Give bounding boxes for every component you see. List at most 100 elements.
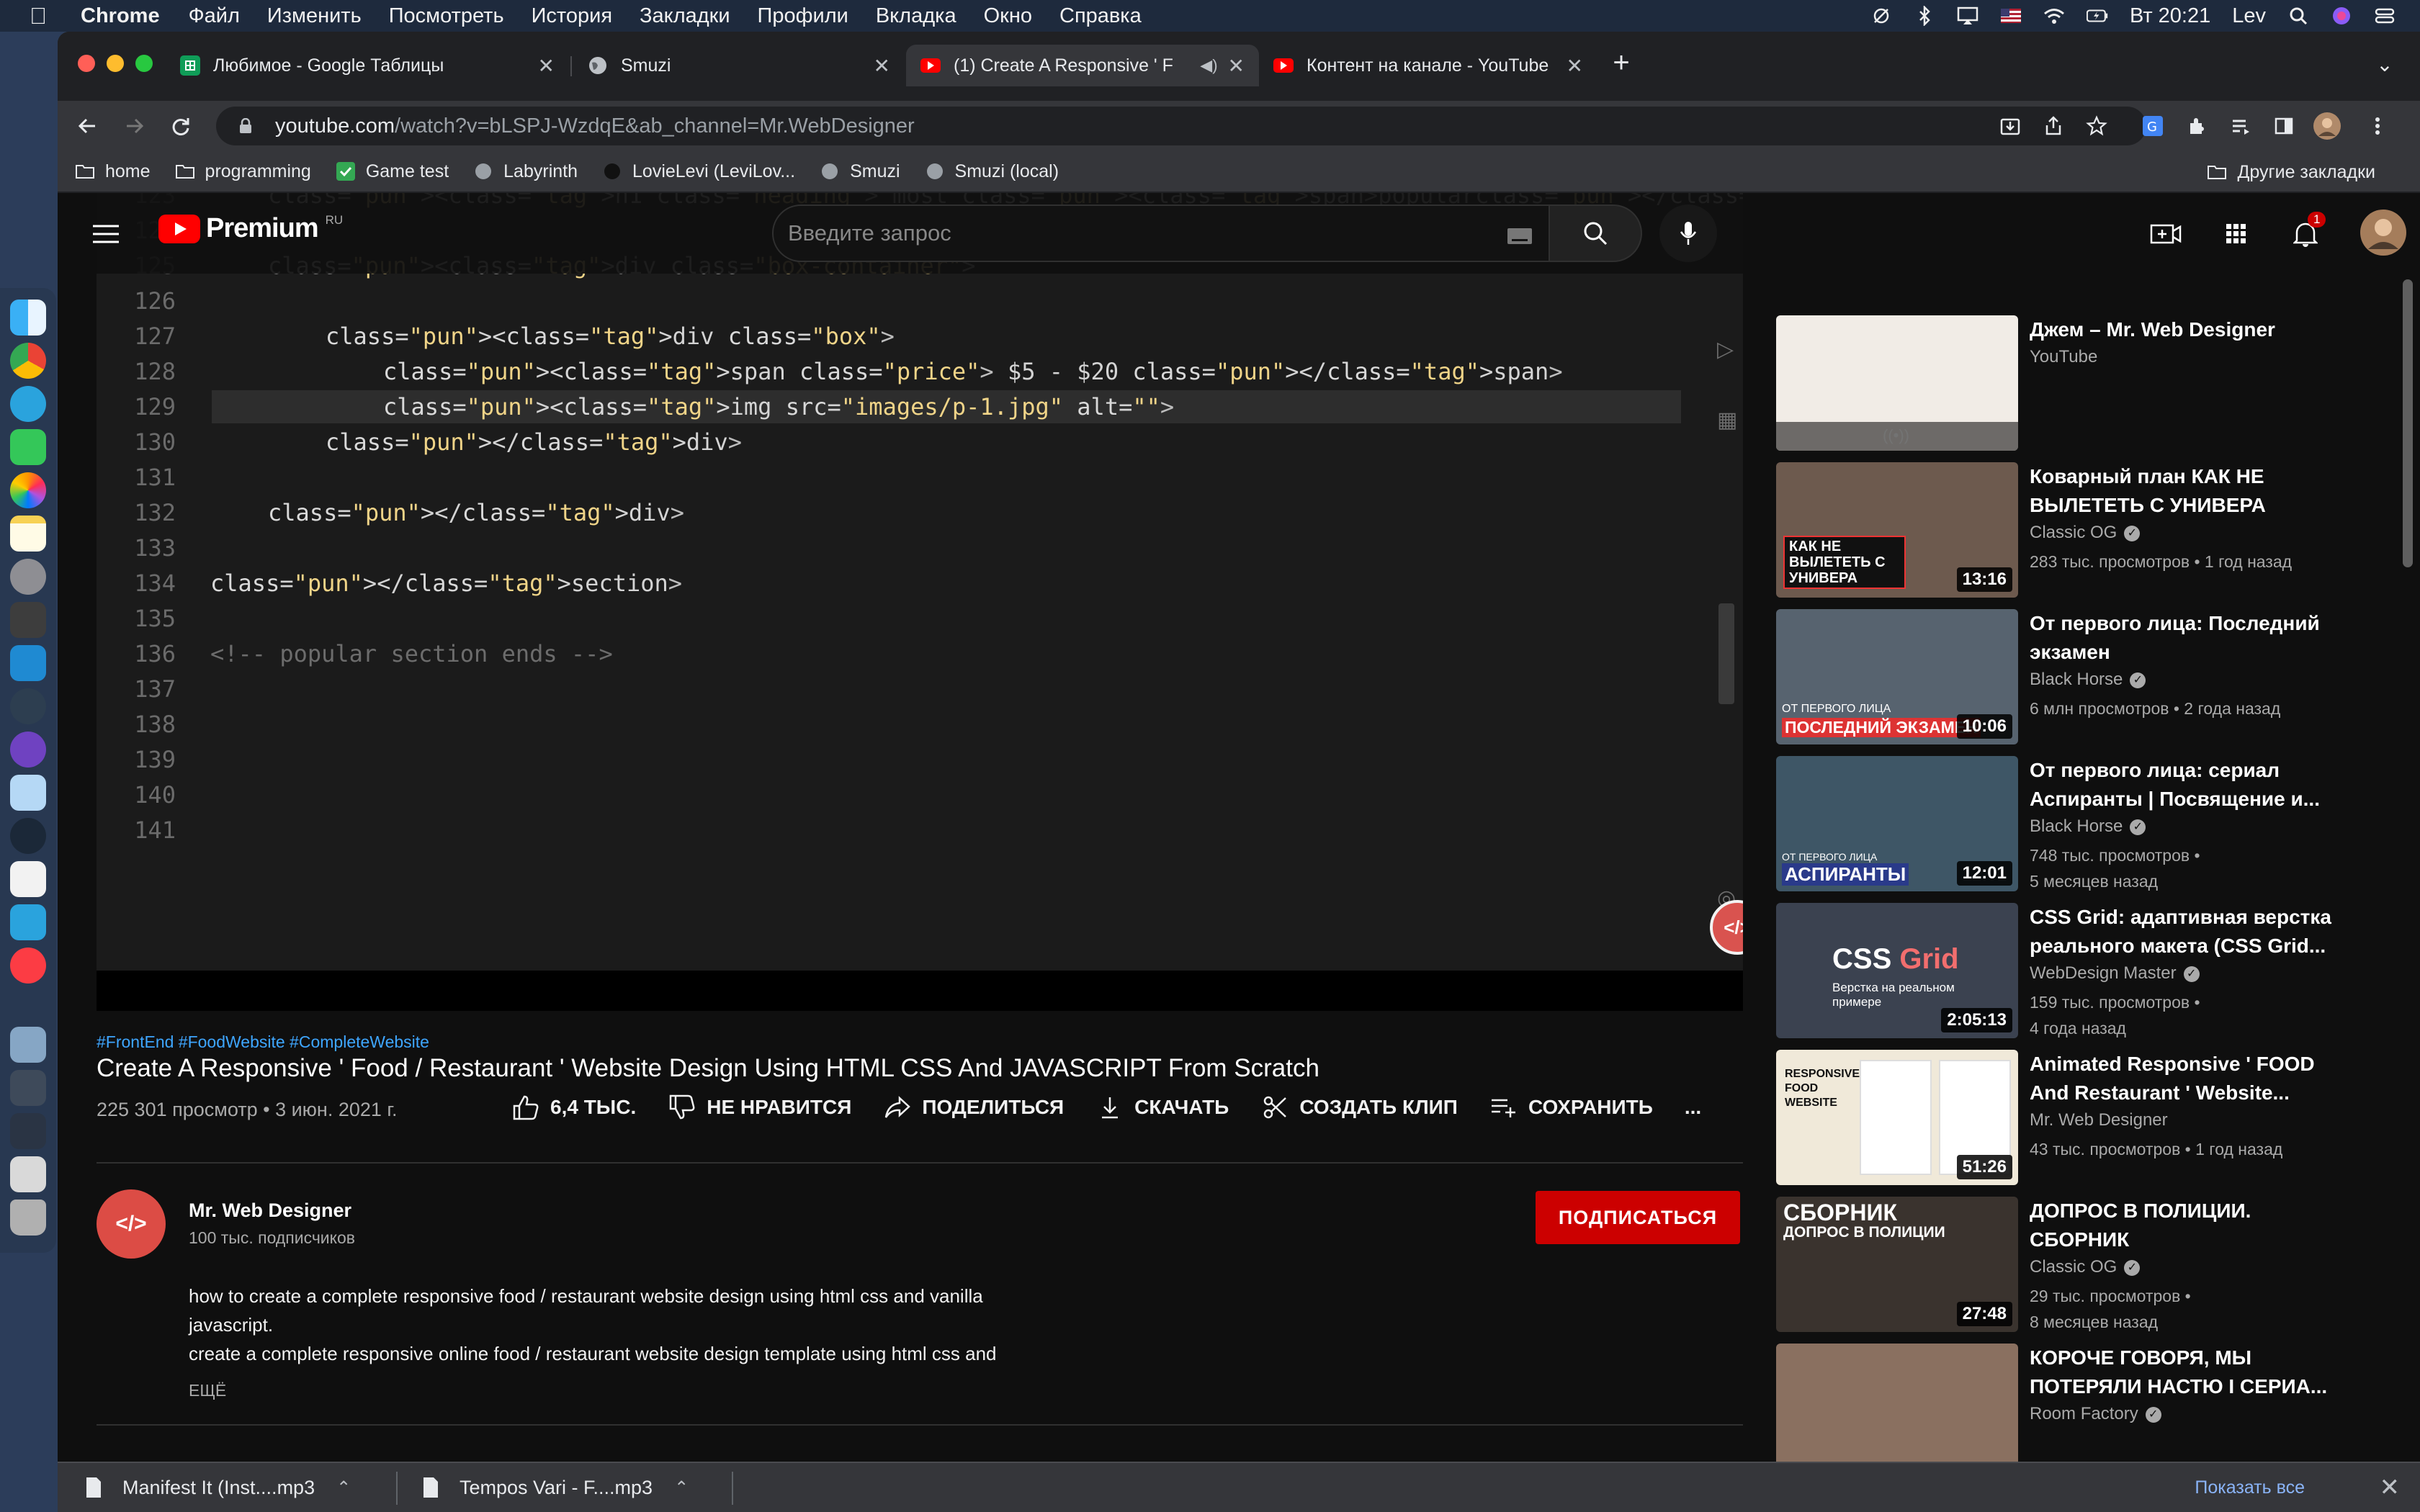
menubar-clock[interactable]: Вт 20:21 xyxy=(2130,4,2210,28)
related-video-title[interactable]: КОРОЧЕ ГОВОРЯ, МЫ ПОТЕРЯЛИ НАСТЮ I СЕРИА… xyxy=(2030,1344,2332,1401)
bookmark-star-icon[interactable] xyxy=(2081,111,2112,141)
address-bar[interactable]: youtube.com/watch?v=bLSPJ-WzdqE&ab_chann… xyxy=(216,107,2146,145)
forward-button[interactable] xyxy=(120,111,150,141)
channel-watermark-icon[interactable]: </> xyxy=(1710,900,1743,955)
chrome-icon[interactable] xyxy=(10,343,46,379)
battery-icon[interactable] xyxy=(2086,6,2108,25)
video-thumbnail[interactable]: ОТ ПЕРВОГО ЛИЦА ПОСЛЕДНИЙ ЭКЗАМЕН 10:06 xyxy=(1776,609,2018,744)
related-video-title[interactable]: Animated Responsive ' FOOD And Restauran… xyxy=(2030,1050,2332,1107)
related-video-channel[interactable]: Room Factory ✓ xyxy=(2030,1404,2161,1424)
trash-icon[interactable] xyxy=(10,1200,46,1236)
youtube-premium-logo[interactable]: Premium RU xyxy=(158,213,343,244)
related-video-item[interactable]: КОРОЧЕ ГОВОРЯ, МЫ ПОТЕРЯЛИ НАСТЮ I СЕРИА… xyxy=(1776,1344,2352,1462)
menu-help[interactable]: Справка xyxy=(1059,4,1142,28)
menu-edit[interactable]: Изменить xyxy=(267,4,362,28)
related-video-item[interactable]: ((•)) Джем – Mr. Web Designer YouTube xyxy=(1776,315,2352,455)
menu-view[interactable]: Посмотреть xyxy=(389,4,504,28)
share-button[interactable]: ПОДЕЛИТЬСЯ xyxy=(883,1093,1064,1122)
related-video-channel[interactable]: Mr. Web Designer xyxy=(2030,1110,2168,1130)
related-video-title[interactable]: Джем – Mr. Web Designer xyxy=(2030,315,2332,344)
zoom-window-button[interactable] xyxy=(135,55,153,72)
wifi-icon[interactable] xyxy=(2043,6,2065,25)
channel-name[interactable]: Mr. Web Designer xyxy=(189,1200,351,1222)
airplay-icon[interactable] xyxy=(1957,6,1978,25)
telegram-icon[interactable] xyxy=(10,386,46,422)
facetime-icon[interactable] xyxy=(10,429,46,465)
bookmark-smuzi-local[interactable]: Smuzi (local) xyxy=(925,161,1059,182)
close-tab-icon[interactable]: ✕ xyxy=(538,54,555,78)
back-button[interactable] xyxy=(72,111,102,141)
menu-window[interactable]: Окно xyxy=(984,4,1032,28)
speaker-audio-icon[interactable]: ◀︎) xyxy=(1200,56,1217,75)
video-thumbnail[interactable]: ОТ ПЕРВОГО ЛИЦА АСПИРАНТЫ 12:01 xyxy=(1776,756,2018,891)
video-thumbnail[interactable]: ((•)) xyxy=(1776,315,2018,451)
video-thumbnail[interactable]: КАК НЕ ВЫЛЕТЕТЬ С УНИВЕРА 13:16 xyxy=(1776,462,2018,598)
finder-icon[interactable] xyxy=(10,300,46,336)
close-tab-icon[interactable]: ✕ xyxy=(1228,54,1245,78)
minimize-window-button[interactable] xyxy=(107,55,124,72)
vscode-icon[interactable] xyxy=(10,645,46,681)
tab-smuzi[interactable]: Smuzi ✕ xyxy=(573,45,905,86)
menu-tab[interactable]: Вкладка xyxy=(876,4,956,28)
downloads-stack-icon[interactable] xyxy=(10,1156,46,1192)
video-hashtags[interactable]: #FrontEnd #FoodWebsite #CompleteWebsite xyxy=(97,1032,429,1052)
related-video-title[interactable]: CSS Grid: адаптивная верстка реального м… xyxy=(2030,903,2332,960)
music-icon[interactable] xyxy=(10,948,46,984)
install-app-icon[interactable] xyxy=(1995,111,2025,141)
menu-profiles[interactable]: Профили xyxy=(758,4,848,28)
side-panel-icon[interactable] xyxy=(2269,111,2299,141)
photos-icon[interactable] xyxy=(10,472,46,508)
related-video-title[interactable]: От первого лица: сериал Аспиранты | Посв… xyxy=(2030,756,2332,814)
save-button[interactable]: СОХРАНИТЬ xyxy=(1489,1093,1653,1122)
preview-icon[interactable] xyxy=(10,775,46,811)
video-player[interactable]: 123class="pun"><class="tag">h1 class="he… xyxy=(97,193,1743,1011)
menu-history[interactable]: История xyxy=(532,4,612,28)
show-more-button[interactable]: ЕЩЁ xyxy=(189,1381,226,1400)
video-thumbnail[interactable]: RESPONSIVE FOOD WEBSITE 51:26 xyxy=(1776,1050,2018,1185)
reload-button[interactable] xyxy=(166,111,196,141)
menubar-user[interactable]: Lev xyxy=(2232,4,2266,28)
notes-icon[interactable] xyxy=(10,516,46,552)
related-video-title[interactable]: Коварный план КАК НЕ ВЫЛЕТЕТЬ С УНИВЕРА xyxy=(2030,462,2332,520)
github-desktop-icon[interactable] xyxy=(10,732,46,768)
video-controls-area[interactable] xyxy=(97,971,1743,1011)
related-video-item[interactable]: КАК НЕ ВЫЛЕТЕТЬ С УНИВЕРА 13:16 Коварный п… xyxy=(1776,462,2352,602)
download-item[interactable]: Manifest It (Inst....mp3 ⌃ xyxy=(85,1463,351,1512)
textedit-icon[interactable] xyxy=(10,861,46,897)
video-thumbnail[interactable] xyxy=(1776,1344,2018,1462)
like-button[interactable]: 6,4 ТЫС. xyxy=(511,1093,636,1122)
related-video-channel[interactable]: Classic OG ✓ xyxy=(2030,1257,2141,1277)
extensions-puzzle-icon[interactable] xyxy=(2182,111,2213,141)
hamburger-menu-icon[interactable] xyxy=(86,215,125,253)
recent-window-icon[interactable] xyxy=(10,1027,46,1063)
keyboard-icon[interactable] xyxy=(1507,225,1533,251)
related-video-item[interactable]: ОТ ПЕРВОГО ЛИЦА АСПИРАНТЫ 12:01 От первого … xyxy=(1776,756,2352,896)
page-scrollbar[interactable] xyxy=(2403,279,2413,567)
related-video-item[interactable]: ОТ ПЕРВОГО ЛИЦА ПОСЛЕДНИЙ ЭКЗАМЕН 10:06 От … xyxy=(1776,609,2352,749)
tab-youtube-studio[interactable]: Контент на канале - YouTube ✕ xyxy=(1259,45,1597,86)
download-item[interactable]: Tempos Vari - F....mp3 ⌃ xyxy=(422,1463,689,1512)
related-video-channel[interactable]: YouTube xyxy=(2030,347,2097,367)
app-menu-chrome[interactable]: Chrome xyxy=(81,4,160,28)
sublime-text-icon[interactable] xyxy=(10,602,46,638)
bookmark-lovielevi[interactable]: LovieLevi (LeviLov... xyxy=(602,161,795,182)
account-avatar[interactable] xyxy=(2360,209,2407,256)
related-video-channel[interactable]: Black Horse ✓ xyxy=(2030,670,2146,690)
subscribe-button[interactable]: ПОДПИСАТЬСЯ xyxy=(1536,1191,1740,1244)
menu-bookmarks[interactable]: Закладки xyxy=(640,4,730,28)
spotlight-search-icon[interactable] xyxy=(2287,6,2309,25)
search-input[interactable]: Введите запрос xyxy=(772,204,1550,262)
bookmark-game-test[interactable]: Game test xyxy=(336,161,449,182)
voice-search-button[interactable] xyxy=(1659,204,1717,262)
download-button[interactable]: СКАЧАТЬ xyxy=(1095,1093,1229,1122)
bookmark-labyrinth[interactable]: Labyrinth xyxy=(473,161,578,182)
related-video-item[interactable]: СБОРНИК ДОПРОС В ПОЛИЦИИ 27:48 ДОПРОС В ПОЛ… xyxy=(1776,1197,2352,1336)
video-thumbnail[interactable]: СБОРНИК ДОПРОС В ПОЛИЦИИ 27:48 xyxy=(1776,1197,2018,1332)
bluetooth-icon[interactable] xyxy=(1914,6,1935,26)
related-video-title[interactable]: ДОПРОС В ПОЛИЦИИ. СБОРНИК xyxy=(2030,1197,2332,1254)
other-bookmarks[interactable]: Другие закладки xyxy=(2207,151,2375,193)
lock-icon[interactable] xyxy=(238,118,254,134)
related-video-item[interactable]: CSS Grid Верстка на реальном примере 2:05:… xyxy=(1776,903,2352,1043)
create-clip-button[interactable]: СОЗДАТЬ КЛИП xyxy=(1260,1093,1458,1122)
recent-window-icon[interactable] xyxy=(10,1070,46,1106)
